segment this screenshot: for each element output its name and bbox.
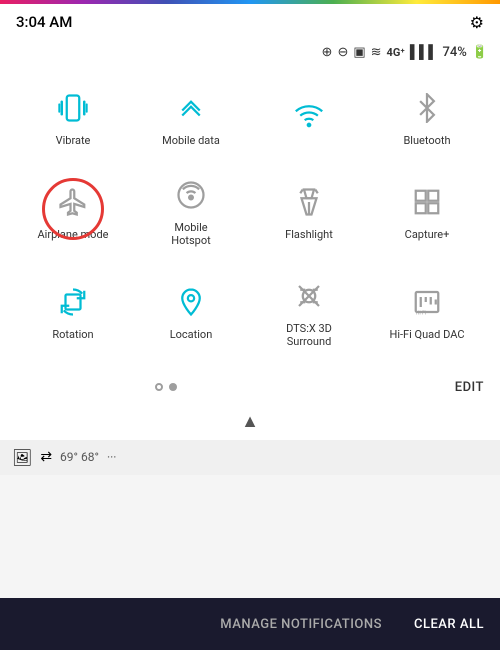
dts-label: DTS:X 3DSurround: [286, 322, 332, 348]
status-time: 3:04 AM: [16, 13, 72, 31]
location-icon: [169, 280, 213, 324]
rotation-icon: [51, 280, 95, 324]
status-icons-row: ⊕ ⊖ ▣ ≋ 4G⁺ ▌▌▌ 74% 🔋: [0, 40, 500, 64]
qs-item-wifi[interactable]: [252, 76, 366, 155]
airplane-label: Airplane mode: [37, 228, 108, 241]
dot-1[interactable]: [155, 383, 163, 391]
edit-button[interactable]: EDIT: [455, 380, 484, 395]
pagination-row: EDIT: [0, 372, 500, 403]
qs-item-hotspot[interactable]: MobileHotspot: [134, 163, 248, 255]
battery-icon: 🔋: [472, 45, 488, 60]
capture-icon: [405, 180, 449, 224]
qs-item-bluetooth[interactable]: Bluetooth: [370, 76, 484, 155]
qs-item-airplane[interactable]: Airplane mode: [16, 163, 130, 255]
temperature-display: 69° 68°: [60, 450, 99, 464]
capture-label: Capture+: [405, 228, 450, 241]
qs-item-rotation[interactable]: Rotation: [16, 264, 130, 356]
mobile-data-label: Mobile data: [162, 134, 220, 147]
svg-text:HI-FI: HI-FI: [416, 311, 426, 317]
qs-item-mobile-data[interactable]: Mobile data: [134, 76, 248, 155]
dot-2[interactable]: [169, 383, 177, 391]
network-type-icon: 4G⁺: [387, 46, 405, 59]
hotspot-icon: [169, 173, 213, 217]
qs-item-dts[interactable]: DTS:X 3DSurround: [252, 264, 366, 356]
manage-notifications-button[interactable]: MANAGE NOTIFICATIONS: [220, 617, 382, 632]
bluetooth-icon: [405, 86, 449, 130]
location-label: Location: [170, 328, 213, 341]
vibrate-label: Vibrate: [56, 134, 91, 147]
battery-text: 74%: [442, 45, 466, 60]
dts-icon: [287, 274, 331, 318]
bluetooth-label: Bluetooth: [403, 134, 450, 147]
qs-item-location[interactable]: Location: [134, 264, 248, 356]
qs-item-capture[interactable]: Capture+: [370, 163, 484, 255]
mobile-data-icon: [169, 86, 213, 130]
hifi-label: Hi-Fi Quad DAC: [390, 328, 465, 341]
sync-icon: ⇄: [40, 449, 52, 465]
brightness-down-icon: ⊖: [337, 45, 348, 60]
flashlight-icon: [287, 180, 331, 224]
rotation-label: Rotation: [52, 328, 93, 341]
signal-bars-icon: ▌▌▌: [410, 44, 438, 60]
page-dots: [155, 383, 177, 391]
image-icon: 🖼: [12, 448, 32, 467]
clear-all-button[interactable]: CLEAR ALL: [414, 617, 484, 632]
vibrate-icon: [51, 86, 95, 130]
brightness-up-icon: ⊕: [322, 45, 333, 60]
collapse-row[interactable]: ▲: [0, 403, 500, 440]
quick-settings-panel: Vibrate Mobile data: [0, 64, 500, 372]
qs-item-hifi[interactable]: HI-FI Hi-Fi Quad DAC: [370, 264, 484, 356]
airplane-icon: [51, 180, 95, 224]
more-indicator: ···: [107, 450, 116, 464]
qs-grid: Vibrate Mobile data: [16, 76, 484, 356]
collapse-icon: ▲: [241, 411, 259, 432]
notification-area: 🖼 ⇄ 69° 68° ···: [0, 440, 500, 475]
qs-item-vibrate[interactable]: Vibrate: [16, 76, 130, 155]
bottom-bar: MANAGE NOTIFICATIONS CLEAR ALL: [0, 598, 500, 650]
wifi-signal-icon: ≋: [371, 45, 382, 60]
gear-icon[interactable]: ⚙: [470, 13, 484, 32]
hotspot-label: MobileHotspot: [171, 221, 210, 247]
wifi-icon: [287, 93, 331, 137]
qs-item-flashlight[interactable]: Flashlight: [252, 163, 366, 255]
battery-saver-icon: ▣: [353, 45, 365, 60]
hifi-icon: HI-FI: [405, 280, 449, 324]
flashlight-label: Flashlight: [285, 228, 333, 241]
status-bar: 3:04 AM ⚙: [0, 4, 500, 40]
